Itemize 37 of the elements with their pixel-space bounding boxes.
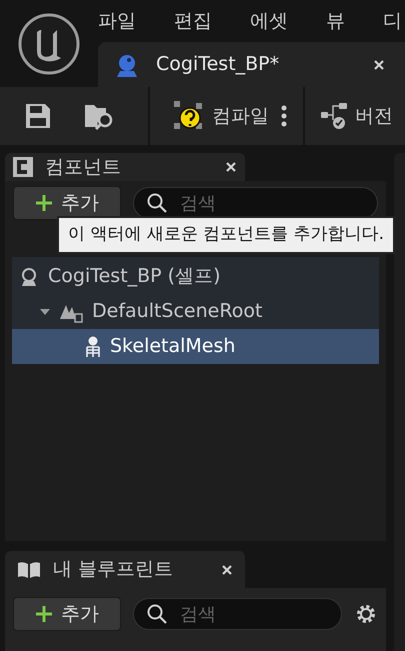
add-button[interactable]: 추가 [13, 186, 121, 220]
more-options-icon[interactable] [281, 105, 287, 127]
close-icon[interactable] [225, 161, 237, 173]
close-icon[interactable] [221, 564, 233, 576]
book-icon [17, 560, 41, 580]
close-icon[interactable] [373, 58, 385, 70]
add-button[interactable]: 추가 [13, 597, 121, 631]
plus-icon [35, 194, 53, 212]
compile-status-icon [174, 101, 204, 131]
search-icon [146, 192, 168, 214]
tree-item[interactable]: DefaultSceneRoot [12, 294, 379, 329]
search-input[interactable]: 검색 [180, 600, 329, 628]
tree-item[interactable]: CogiTest_BP (셀프) [12, 259, 379, 294]
compile-button[interactable]: 컴파일 [174, 101, 269, 131]
document-tab[interactable]: CogiTest_BP* [98, 42, 405, 87]
plus-icon [35, 605, 53, 623]
skeleton-icon [84, 336, 102, 358]
tooltip: 이 액터에 새로운 컴포넌트를 추가합니다. [57, 216, 395, 254]
menu-item[interactable]: 뷰 [326, 6, 345, 36]
menu-item[interactable]: 파일 [98, 6, 136, 36]
settings-icon[interactable] [354, 602, 378, 626]
search-icon [146, 603, 168, 625]
search-bar[interactable]: 검색 [133, 598, 342, 630]
panel-title: 컴포넌트 [45, 154, 122, 180]
menu-item[interactable]: 에셋 [250, 6, 288, 36]
expand-arrow-icon[interactable] [40, 306, 50, 316]
version-button[interactable]: 버전 [305, 102, 393, 130]
search-input[interactable]: 검색 [180, 190, 365, 216]
menu-item[interactable]: 편집 [174, 6, 212, 36]
component-icon [13, 157, 33, 177]
menu-item[interactable]: 디 [383, 6, 402, 36]
version-graph-icon [321, 102, 347, 130]
panel-title: 내 블루프린트 [53, 557, 174, 582]
tree-item[interactable]: SkeletalMesh [12, 329, 379, 364]
logo-icon[interactable] [17, 12, 81, 76]
save-icon[interactable] [24, 102, 52, 130]
search-bar[interactable]: 검색 [133, 187, 378, 219]
